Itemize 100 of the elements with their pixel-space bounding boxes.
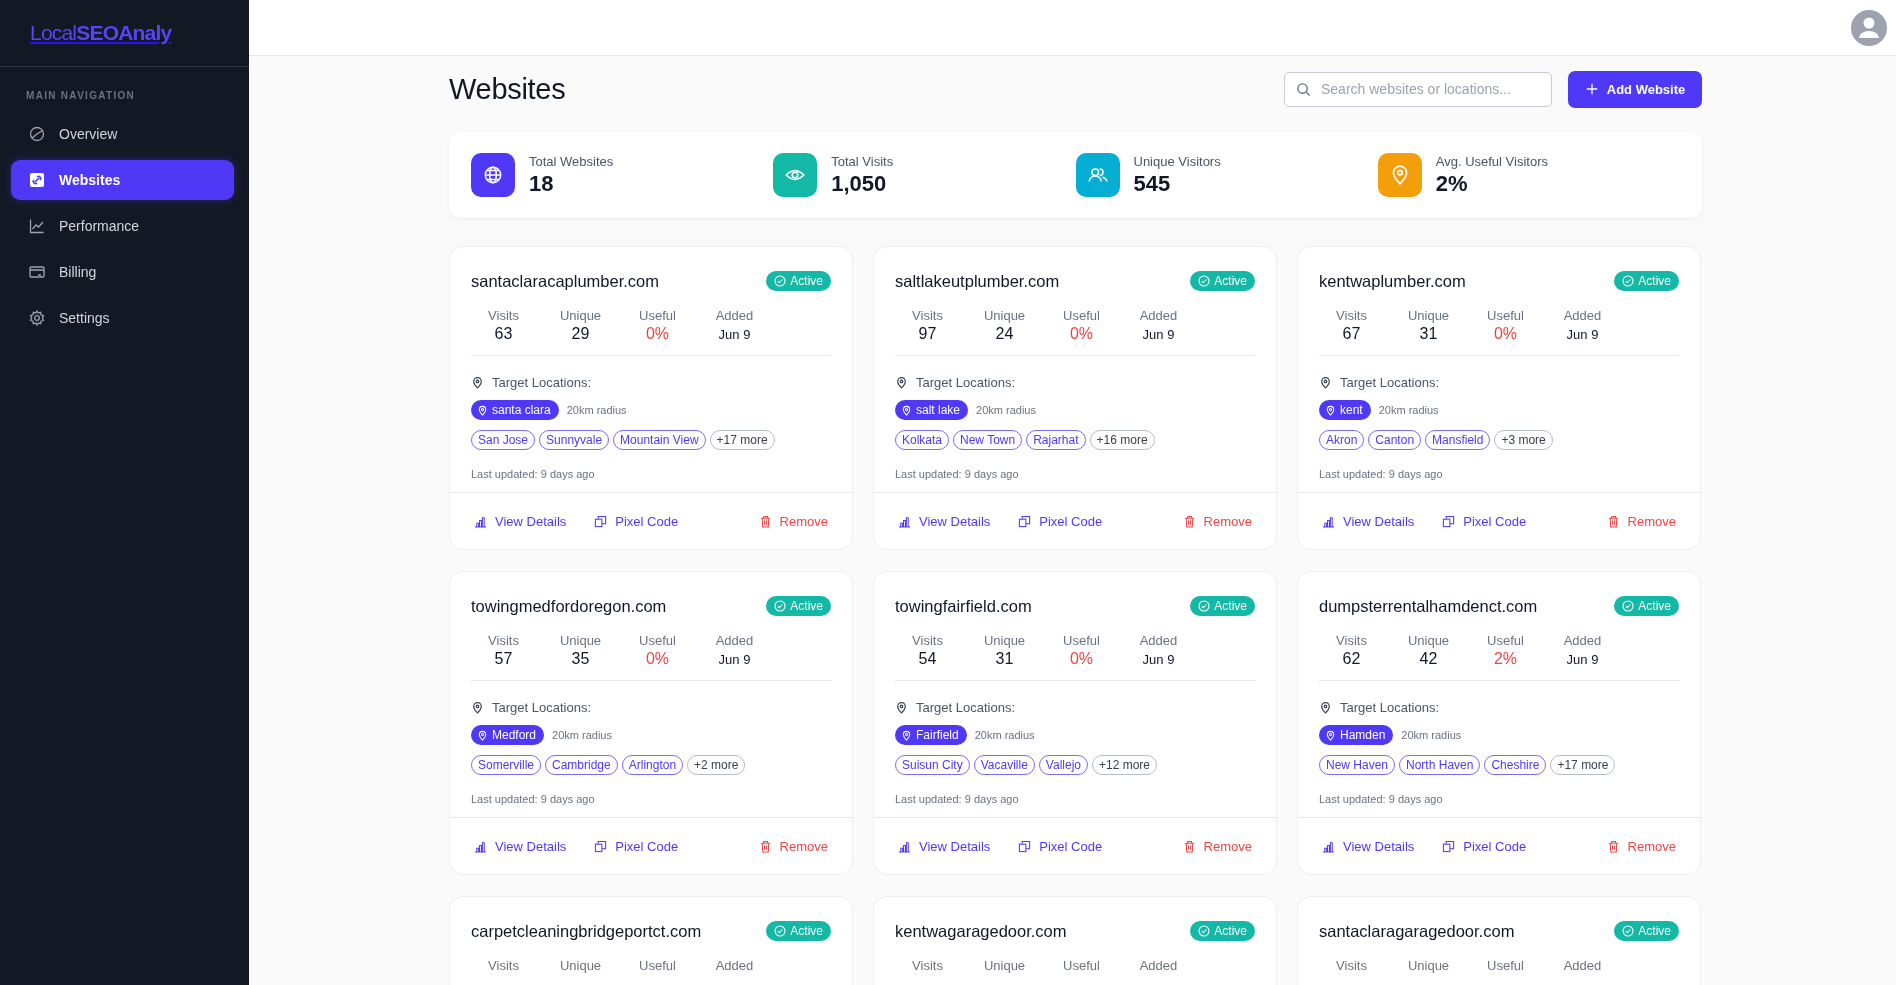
nav-heading: MAIN NAVIGATION [25, 89, 136, 101]
pixel-code-link[interactable]: Pixel Code [1442, 513, 1527, 529]
check-circle-icon [774, 925, 787, 937]
bar-chart-icon [898, 514, 911, 528]
pixel-code-link[interactable]: Pixel Code [594, 838, 679, 854]
view-details-link[interactable]: View Details [474, 838, 567, 854]
website-domain: santaclaracaplumber.com [471, 271, 659, 291]
stat-label: Added [715, 958, 754, 973]
check-circle-icon [1198, 600, 1211, 612]
stat-label: Added [715, 633, 754, 648]
pixel-code-link[interactable]: Pixel Code [594, 513, 679, 529]
location-pin-icon [901, 729, 912, 741]
sidebar-item[interactable]: Settings [11, 298, 234, 338]
stat-value: 35 [571, 650, 590, 668]
stat-value: 1,050 [831, 170, 888, 197]
website-domain: dumpsterrentalhamdenct.com [1319, 596, 1538, 616]
last-updated-text: Last updated: 9 days ago [1319, 793, 1444, 805]
stat-label: Useful [1487, 308, 1524, 323]
copy-icon [1442, 839, 1456, 853]
add-website-button[interactable]: Add Website [1568, 70, 1702, 108]
stat-label: Unique [559, 633, 602, 648]
check-circle-icon [1198, 925, 1211, 937]
view-details-link[interactable]: View Details [1322, 513, 1415, 529]
view-details-link[interactable]: View Details [1322, 838, 1415, 854]
remove-link[interactable]: Remove [758, 513, 828, 529]
remove-link[interactable]: Remove [1182, 513, 1252, 529]
remove-link[interactable]: Remove [1606, 513, 1676, 529]
stat-label: Unique [559, 308, 602, 323]
stat-label: Added [1139, 308, 1178, 323]
copy-icon [594, 839, 608, 853]
radius-label: 20km radius [1401, 729, 1462, 741]
stat-value: 2% [1493, 650, 1518, 668]
website-domain: carpetcleaningbridgeportct.com [471, 921, 702, 941]
stat-label: Added [715, 308, 754, 323]
radius-label: 20km radius [1378, 404, 1439, 416]
last-updated-text: Last updated: 9 days ago [471, 468, 596, 480]
user-avatar-icon[interactable] [1851, 9, 1887, 46]
check-circle-icon [1622, 600, 1635, 612]
location-pin-icon [895, 376, 908, 389]
remove-link[interactable]: Remove [1182, 838, 1252, 854]
stat-label: Unique [1407, 633, 1450, 648]
stat-label: Useful [1063, 308, 1100, 323]
status-badge: Active [1190, 596, 1255, 616]
copy-icon [594, 514, 608, 528]
bar-chart-icon [1322, 514, 1335, 528]
sidebar-item[interactable]: Websites [11, 160, 234, 200]
stat-value: 31 [995, 650, 1014, 668]
stat-value: 0% [1069, 650, 1094, 668]
website-domain: santaclaragaragedoor.com [1319, 921, 1515, 941]
stat-label: Added [1563, 308, 1602, 323]
check-circle-icon [774, 275, 787, 287]
sidebar-item[interactable]: Performance [11, 206, 234, 246]
location-pin-icon [1325, 404, 1336, 416]
check-circle-icon [774, 600, 787, 612]
stat-label: Visits [488, 308, 519, 323]
stat-label: Unique [1407, 958, 1450, 973]
check-circle-icon [1198, 275, 1211, 287]
search-field[interactable]: Search websites or locations... [1284, 71, 1552, 107]
stat-label: Useful [639, 308, 676, 323]
stat-label: Visits [488, 633, 519, 648]
stat-label: Added [1563, 958, 1602, 973]
target-locations-label: Target Locations: [1340, 700, 1439, 715]
stat-label: Visits [1336, 633, 1367, 648]
sidebar-item[interactable]: Billing [11, 252, 234, 292]
pixel-code-link[interactable]: Pixel Code [1442, 838, 1527, 854]
trash-icon [1182, 839, 1196, 853]
last-updated-text: Last updated: 9 days ago [895, 793, 1020, 805]
stat-label: Visits [912, 958, 943, 973]
stat-label: Unique [983, 308, 1026, 323]
stat-label: Useful [1063, 633, 1100, 648]
stat-value: 545 [1133, 170, 1172, 197]
stat-label: Added [1139, 633, 1178, 648]
view-details-link[interactable]: View Details [474, 513, 567, 529]
line-chart-icon [29, 218, 45, 234]
remove-link[interactable]: Remove [758, 838, 828, 854]
pixel-code-link[interactable]: Pixel Code [1018, 513, 1103, 529]
stat-value: 0% [1493, 325, 1518, 343]
stat-value: 0% [645, 650, 670, 668]
view-details-link[interactable]: View Details [898, 838, 991, 854]
last-updated-text: Last updated: 9 days ago [895, 468, 1020, 480]
radius-label: 20km radius [976, 404, 1036, 416]
location-pin-icon [901, 404, 912, 416]
trash-icon [758, 514, 772, 528]
last-updated-text: Last updated: 9 days ago [1319, 468, 1444, 480]
radius-label: 20km radius [552, 729, 612, 741]
radius-label: 20km radius [974, 729, 1035, 741]
stat-label: Useful [639, 958, 676, 973]
sidebar-item[interactable]: Overview [11, 114, 234, 154]
location-pin-icon [477, 729, 488, 741]
stat-value: 2% [1435, 170, 1469, 197]
stat-value: 24 [995, 325, 1014, 343]
view-details-link[interactable]: View Details [898, 513, 991, 529]
stat-label: Unique [559, 958, 602, 973]
primary-location-tag: Medford [471, 725, 545, 745]
target-locations-label: Target Locations: [1340, 375, 1439, 390]
stat-value: Jun 9 [1566, 327, 1599, 342]
trash-icon [758, 839, 772, 853]
stat-value: 54 [918, 650, 937, 668]
pixel-code-link[interactable]: Pixel Code [1018, 838, 1103, 854]
remove-link[interactable]: Remove [1606, 838, 1676, 854]
